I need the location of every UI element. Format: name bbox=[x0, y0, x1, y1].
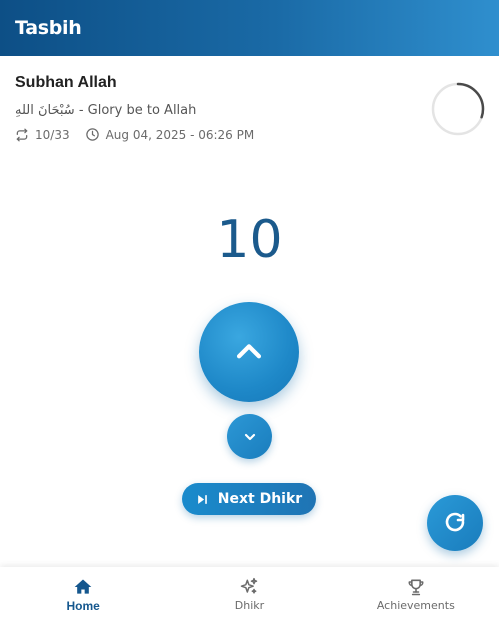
app-title: Tasbih bbox=[15, 17, 82, 39]
skip-next-icon bbox=[197, 494, 207, 504]
decrement-button[interactable] bbox=[227, 414, 272, 459]
nav-label-achievements: Achievements bbox=[376, 599, 455, 612]
refresh-icon bbox=[445, 512, 465, 532]
meta-row: 10/33 Aug 04, 2025 - 06:26 PM bbox=[15, 127, 415, 142]
repeat-icon bbox=[16, 128, 28, 141]
next-dhikr-label: Next Dhikr bbox=[217, 491, 303, 507]
dhikr-title: Subhan Allah bbox=[15, 74, 117, 91]
nav-item-dhikr[interactable]: Dhikr bbox=[166, 567, 332, 623]
nav-label-dhikr: Dhikr bbox=[234, 599, 265, 612]
home-icon bbox=[74, 579, 92, 594]
nav-label-home: Home bbox=[66, 599, 100, 613]
app-bar: Tasbih bbox=[0, 0, 499, 56]
progress-meta: 10/33 bbox=[15, 128, 70, 142]
progress-ring bbox=[431, 82, 485, 136]
progress-text: 10/33 bbox=[35, 127, 70, 142]
next-dhikr-button[interactable]: Next Dhikr bbox=[182, 483, 316, 515]
trophy-icon bbox=[408, 579, 424, 596]
increment-button[interactable] bbox=[199, 302, 299, 402]
dhikr-separator: - bbox=[74, 103, 88, 118]
dhikr-arabic: سُبْحَانَ اللهِ bbox=[15, 103, 75, 118]
timestamp-text: Aug 04, 2025 - 06:26 PM bbox=[105, 127, 255, 142]
clock-icon bbox=[85, 128, 99, 141]
chevron-down-icon bbox=[244, 433, 255, 440]
nav-item-achievements[interactable]: Achievements bbox=[333, 567, 499, 623]
dhikr-info: Subhan Allah سُبْحَانَ اللهِ - Glory be … bbox=[15, 74, 415, 142]
chevron-up-icon bbox=[236, 344, 262, 359]
timestamp-meta: Aug 04, 2025 - 06:26 PM bbox=[85, 127, 255, 142]
dhikr-subtitle: سُبْحَانَ اللهِ - Glory be to Allah bbox=[15, 103, 415, 118]
nav-item-home[interactable]: Home bbox=[0, 567, 166, 623]
bottom-nav: Home Dhikr Achievements bbox=[0, 567, 499, 623]
dhikr-translation: Glory be to Allah bbox=[87, 103, 197, 118]
count-display: 10 bbox=[216, 210, 283, 270]
sparkles-icon bbox=[241, 577, 258, 594]
reset-button[interactable] bbox=[427, 495, 483, 551]
